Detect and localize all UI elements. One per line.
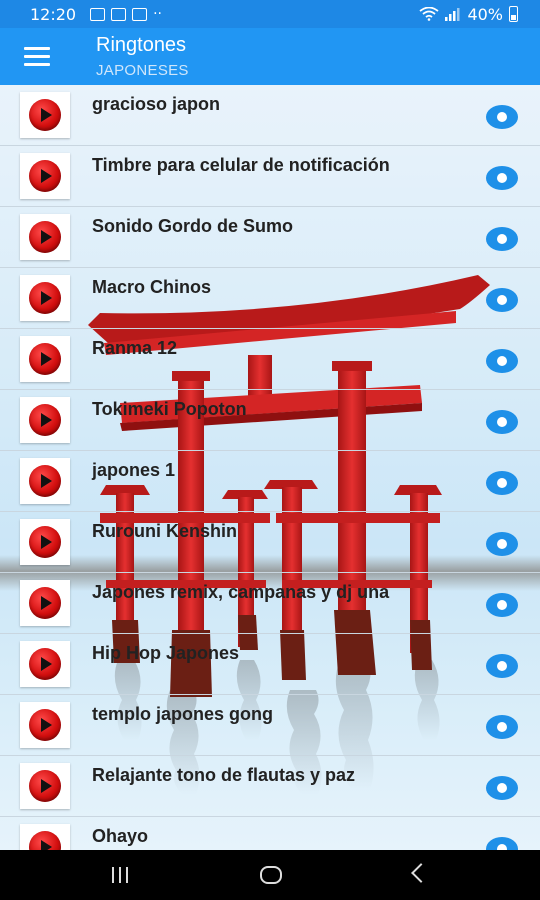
play-icon[interactable] (29, 709, 61, 741)
ringtone-title: Sonido Gordo de Sumo (92, 216, 293, 236)
more-icon: ·· (153, 6, 163, 22)
select-radio-icon[interactable] (486, 227, 518, 251)
status-time: 12:20 (30, 4, 77, 24)
select-radio-icon[interactable] (486, 776, 518, 800)
select-radio-icon[interactable] (486, 166, 518, 190)
play-icon[interactable] (29, 831, 61, 850)
ringtone-title: Ranma 12 (92, 338, 178, 358)
list-item[interactable]: Rurouni Kenshin (0, 512, 540, 573)
select-radio-icon[interactable] (486, 105, 518, 129)
ringtone-title: Ohayo (92, 826, 149, 846)
ringtone-thumbnail[interactable] (20, 92, 70, 138)
ringtone-title: Japones remix, campanas y dj una (92, 582, 390, 602)
app-title: Ringtones (96, 34, 187, 56)
ringtone-thumbnail[interactable] (20, 702, 70, 748)
navigation-bar (0, 850, 540, 900)
ringtone-title: Tokimeki Popoton (92, 399, 247, 419)
gallery-icon (90, 7, 106, 21)
select-radio-icon[interactable] (486, 288, 518, 312)
ringtone-title: Timbre para celular de notificación (92, 155, 390, 175)
select-radio-icon[interactable] (486, 715, 518, 739)
back-icon[interactable] (411, 863, 431, 883)
list-item[interactable]: Tokimeki Popoton (0, 390, 540, 451)
list-item[interactable]: Timbre para celular de notificación (0, 146, 540, 207)
play-icon[interactable] (29, 770, 61, 802)
app-subtitle: JAPONESES (96, 62, 189, 79)
select-radio-icon[interactable] (486, 349, 518, 373)
ringtone-title: Relajante tono de flautas y paz (92, 765, 356, 785)
home-icon[interactable] (260, 866, 282, 884)
list-item[interactable]: Japones remix, campanas y dj una (0, 573, 540, 634)
play-icon[interactable] (29, 221, 61, 253)
ringtone-thumbnail[interactable] (20, 824, 70, 850)
ringtone-title: Macro Chinos (92, 277, 212, 297)
play-icon[interactable] (29, 282, 61, 314)
app-icon (132, 7, 148, 21)
ringtone-title: Hip Hop Japones (92, 643, 240, 663)
menu-icon[interactable] (24, 47, 50, 67)
select-radio-icon[interactable] (486, 410, 518, 434)
wifi-icon (419, 7, 439, 21)
ringtone-title: templo japones gong (92, 704, 274, 724)
select-radio-icon[interactable] (486, 532, 518, 556)
play-icon[interactable] (29, 99, 61, 131)
battery-percent: 40% (467, 4, 503, 24)
ringtone-title: Rurouni Kenshin (92, 521, 237, 541)
select-radio-icon[interactable] (486, 837, 518, 850)
play-icon[interactable] (29, 343, 61, 375)
play-icon[interactable] (29, 404, 61, 436)
ringtone-thumbnail[interactable] (20, 397, 70, 443)
select-radio-icon[interactable] (486, 593, 518, 617)
status-right: 40% (419, 0, 518, 28)
app-bar: Ringtones JAPONESES (0, 28, 540, 85)
list-item[interactable]: Macro Chinos (0, 268, 540, 329)
ringtone-thumbnail[interactable] (20, 580, 70, 626)
ringtone-title: gracioso japon (92, 94, 221, 114)
list-item[interactable]: templo japones gong (0, 695, 540, 756)
list-item[interactable]: japones 1 (0, 451, 540, 512)
ringtone-thumbnail[interactable] (20, 275, 70, 321)
ringtone-thumbnail[interactable] (20, 214, 70, 260)
ringtone-thumbnail[interactable] (20, 519, 70, 565)
ringtone-thumbnail[interactable] (20, 153, 70, 199)
list-item[interactable]: Sonido Gordo de Sumo (0, 207, 540, 268)
list-item[interactable]: Ranma 12 (0, 329, 540, 390)
mail-icon (111, 7, 127, 21)
notification-icons: ·· (90, 6, 162, 22)
recent-apps-icon[interactable] (110, 867, 130, 883)
play-icon[interactable] (29, 465, 61, 497)
play-icon[interactable] (29, 160, 61, 192)
ringtone-thumbnail[interactable] (20, 336, 70, 382)
play-icon[interactable] (29, 648, 61, 680)
list-item[interactable]: Ohayo (0, 817, 540, 850)
list-item[interactable]: gracioso japon (0, 85, 540, 146)
select-radio-icon[interactable] (486, 471, 518, 495)
ringtone-thumbnail[interactable] (20, 641, 70, 687)
play-icon[interactable] (29, 587, 61, 619)
ringtone-thumbnail[interactable] (20, 763, 70, 809)
play-icon[interactable] (29, 526, 61, 558)
ringtone-thumbnail[interactable] (20, 458, 70, 504)
signal-icon (445, 8, 460, 21)
ringtone-title: japones 1 (92, 460, 176, 480)
status-bar: 12:20 ·· 40% (0, 0, 540, 28)
battery-icon (509, 6, 518, 22)
select-radio-icon[interactable] (486, 654, 518, 678)
list-item[interactable]: Hip Hop Japones (0, 634, 540, 695)
list-item[interactable]: Relajante tono de flautas y paz (0, 756, 540, 817)
ringtone-list[interactable]: gracioso japon Timbre para celular de no… (0, 85, 540, 850)
